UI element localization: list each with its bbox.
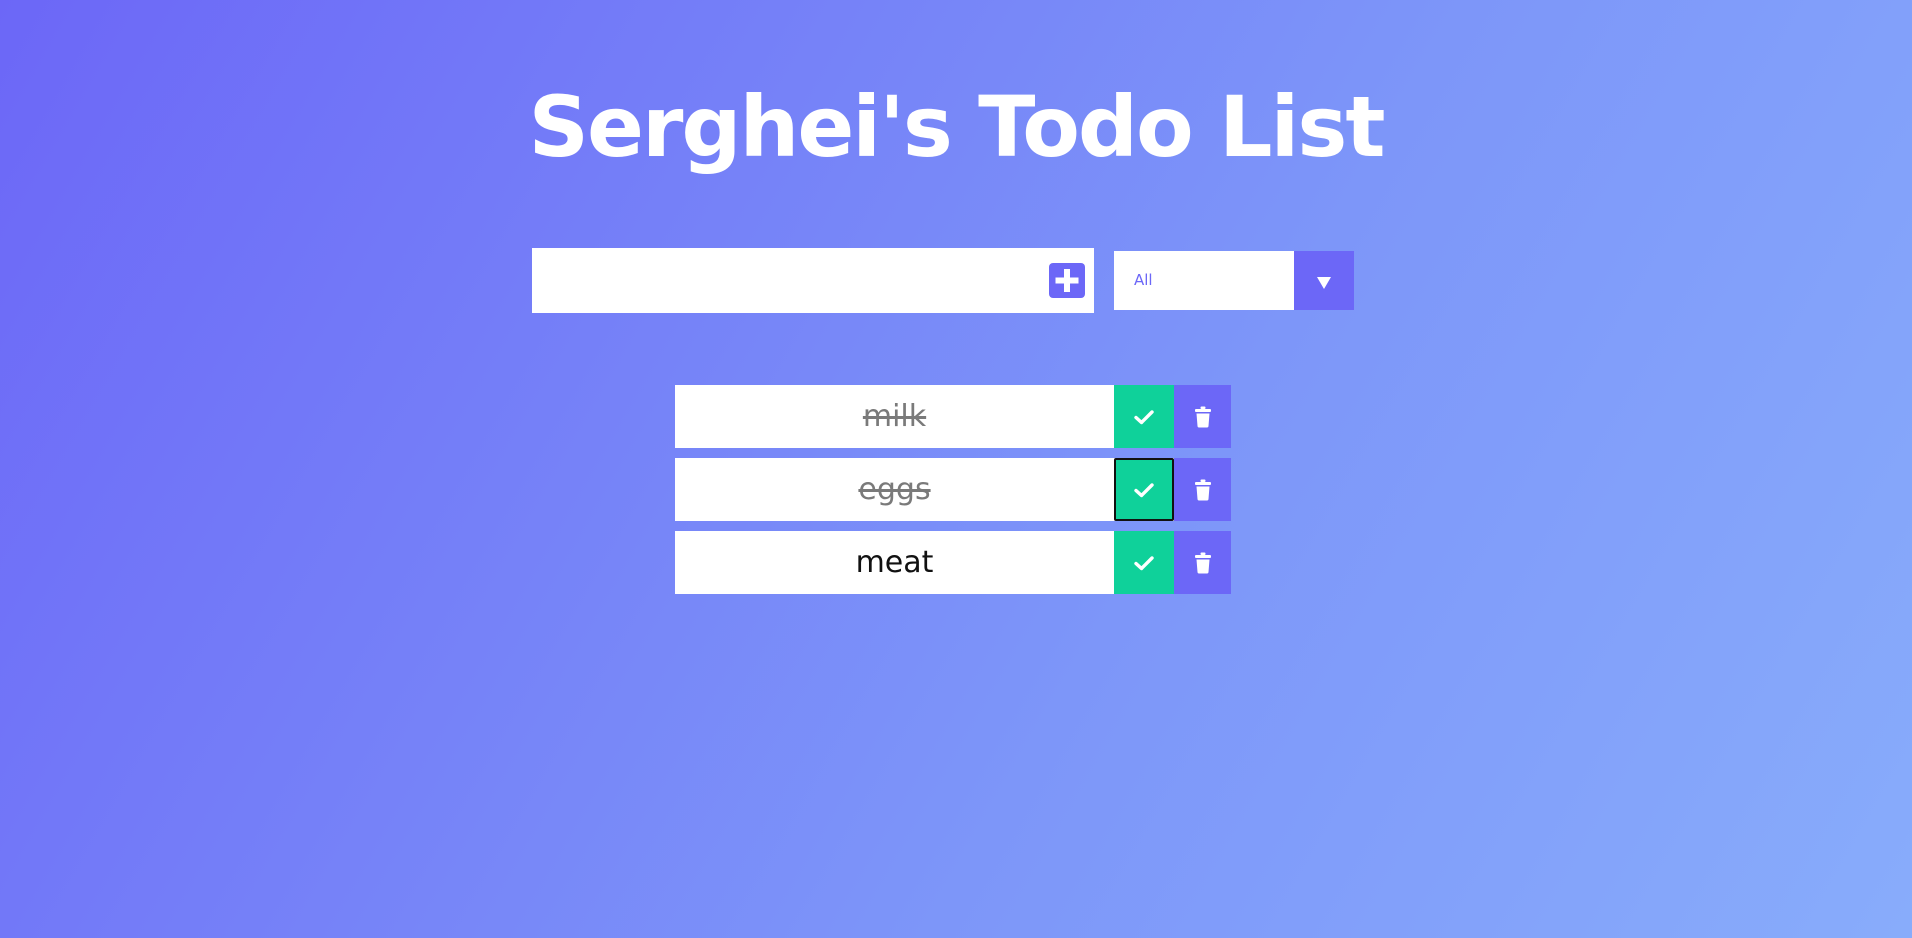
todo-text: meat [855, 545, 934, 580]
todo-text: eggs [858, 472, 931, 507]
trash-icon [1194, 406, 1211, 427]
filter-dropdown-button[interactable] [1294, 251, 1354, 310]
complete-button[interactable] [1114, 458, 1174, 521]
todo-list: milk eggs meat [675, 385, 1231, 604]
check-icon [1134, 409, 1154, 424]
todo-text: milk [862, 399, 927, 434]
add-todo-button[interactable] [1049, 263, 1085, 298]
todo-item: meat [675, 531, 1231, 594]
plus-square-icon [1055, 269, 1079, 292]
trash-icon [1194, 552, 1211, 573]
complete-button[interactable] [1114, 385, 1174, 448]
check-icon [1134, 482, 1154, 497]
delete-button[interactable] [1174, 458, 1231, 521]
todo-form [532, 248, 1094, 313]
todo-item: eggs [675, 458, 1231, 521]
page-title: Serghei's Todo List [528, 78, 1386, 176]
todo-item: milk [675, 385, 1231, 448]
trash-icon [1194, 479, 1211, 500]
filter-select[interactable]: All [1114, 251, 1354, 310]
check-icon [1134, 555, 1154, 570]
filter-selected-value: All [1134, 271, 1153, 289]
delete-button[interactable] [1174, 531, 1231, 594]
todo-input[interactable] [532, 248, 1032, 313]
delete-button[interactable] [1174, 385, 1231, 448]
complete-button[interactable] [1114, 531, 1174, 594]
caret-down-icon [1317, 277, 1331, 289]
